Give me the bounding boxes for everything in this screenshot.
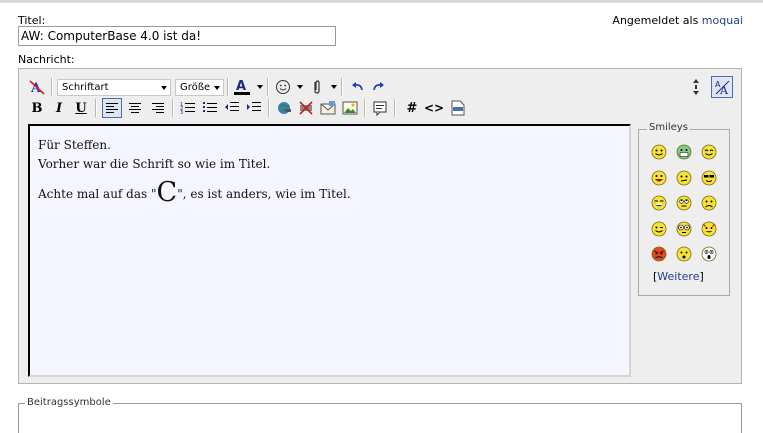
- smiley-dropdown-arrow[interactable]: [297, 85, 303, 89]
- message-big-letter: C: [156, 177, 178, 208]
- shocked-icon[interactable]: [701, 246, 717, 262]
- toolbar-separator: [364, 99, 366, 117]
- title-input[interactable]: [18, 26, 336, 46]
- more-smileys: [Weitere]: [653, 270, 704, 283]
- indent-icon[interactable]: [244, 98, 264, 118]
- size-select-label: Größe: [180, 82, 211, 93]
- smile-icon[interactable]: [651, 144, 667, 160]
- toolbar-separator: [268, 99, 270, 117]
- message-line: Für Steffen.: [38, 138, 111, 152]
- remove-link-icon[interactable]: [296, 98, 316, 118]
- devil-icon[interactable]: [701, 221, 717, 237]
- post-icons-fieldset: Beitragssymbole: [18, 397, 742, 433]
- message-text-fragment: Achte mal auf das ": [38, 187, 157, 201]
- login-status: Angemeldet als moquai: [612, 14, 743, 27]
- svg-text:3: 3: [180, 110, 183, 115]
- remove-format-icon[interactable]: A: [27, 77, 47, 97]
- message-textarea[interactable]: Für Steffen. Vorher war die Schrift so w…: [28, 124, 631, 377]
- toolbar-separator: [227, 78, 229, 96]
- code-icon[interactable]: <>: [424, 98, 444, 118]
- message-label: Nachricht:: [18, 53, 75, 66]
- message-line: Achte mal auf das "C", es ist anders, wi…: [38, 179, 621, 206]
- attachment-dropdown-arrow[interactable]: [331, 85, 337, 89]
- laugh-icon[interactable]: [651, 195, 667, 211]
- redo-icon[interactable]: [369, 77, 389, 97]
- toolbar-separator: [95, 99, 97, 117]
- toolbar-separator: [51, 78, 53, 96]
- outdent-icon[interactable]: [222, 98, 242, 118]
- toolbar-separator: [341, 78, 343, 96]
- smileys-legend: Smileys: [647, 122, 690, 133]
- bold-icon[interactable]: B: [27, 98, 47, 118]
- wink-icon[interactable]: [651, 221, 667, 237]
- undo-icon[interactable]: [347, 77, 367, 97]
- smiley-insert-icon[interactable]: [273, 77, 293, 97]
- insert-email-icon[interactable]: [318, 98, 338, 118]
- message-editor: A Schriftart Größe A AA B I U 1 2 3 # <>…: [18, 68, 742, 384]
- frown-icon[interactable]: [701, 195, 717, 211]
- size-select[interactable]: Größe: [175, 79, 224, 96]
- align-right-icon[interactable]: [148, 98, 168, 118]
- grin-teeth-icon[interactable]: [676, 144, 692, 160]
- big-grin-icon[interactable]: [651, 170, 667, 186]
- happy-icon[interactable]: [701, 144, 717, 160]
- attachment-icon[interactable]: [307, 77, 327, 97]
- message-line: Vorher war die Schrift so wie im Titel.: [38, 157, 271, 171]
- toolbar-separator: [267, 78, 269, 96]
- hash-icon[interactable]: #: [402, 98, 422, 118]
- toolbar-separator: [394, 99, 396, 117]
- align-center-icon[interactable]: [125, 98, 145, 118]
- confused-icon[interactable]: [676, 170, 692, 186]
- underline-icon[interactable]: U: [71, 98, 91, 118]
- unordered-list-icon[interactable]: [200, 98, 220, 118]
- php-icon[interactable]: [448, 98, 468, 118]
- resize-vertical-icon[interactable]: [689, 77, 703, 97]
- insert-image-icon[interactable]: [340, 98, 360, 118]
- post-icons-legend: Beitragssymbole: [25, 397, 113, 408]
- font-select-label: Schriftart: [62, 82, 109, 93]
- svg-text:A: A: [236, 79, 246, 94]
- cool-icon[interactable]: [701, 170, 717, 186]
- user-link[interactable]: moquai: [702, 14, 743, 27]
- switch-editor-mode-icon[interactable]: AA: [711, 76, 733, 98]
- toolbar-separator: [172, 99, 174, 117]
- eek-icon[interactable]: [676, 221, 692, 237]
- quote-icon[interactable]: [370, 98, 390, 118]
- font-select[interactable]: Schriftart: [57, 79, 171, 96]
- font-color-dropdown-arrow[interactable]: [257, 85, 263, 89]
- font-color-icon[interactable]: A: [231, 77, 253, 97]
- rolleyes-icon[interactable]: [676, 195, 692, 211]
- message-text-fragment: ", es ist anders, wie im Titel.: [177, 187, 351, 201]
- insert-link-icon[interactable]: [274, 98, 294, 118]
- logged-in-label: Angemeldet als: [612, 14, 699, 27]
- bracket-close: ]: [699, 270, 704, 283]
- ordered-list-icon[interactable]: 123: [178, 98, 198, 118]
- surprised-icon[interactable]: [676, 246, 692, 262]
- more-smileys-link[interactable]: Weitere: [657, 270, 699, 283]
- mad-icon[interactable]: [651, 246, 667, 262]
- italic-icon[interactable]: I: [49, 98, 69, 118]
- align-left-icon[interactable]: [102, 98, 122, 118]
- top-divider: [0, 0, 763, 3]
- smileys-panel: Smileys [Weitere]: [638, 122, 730, 296]
